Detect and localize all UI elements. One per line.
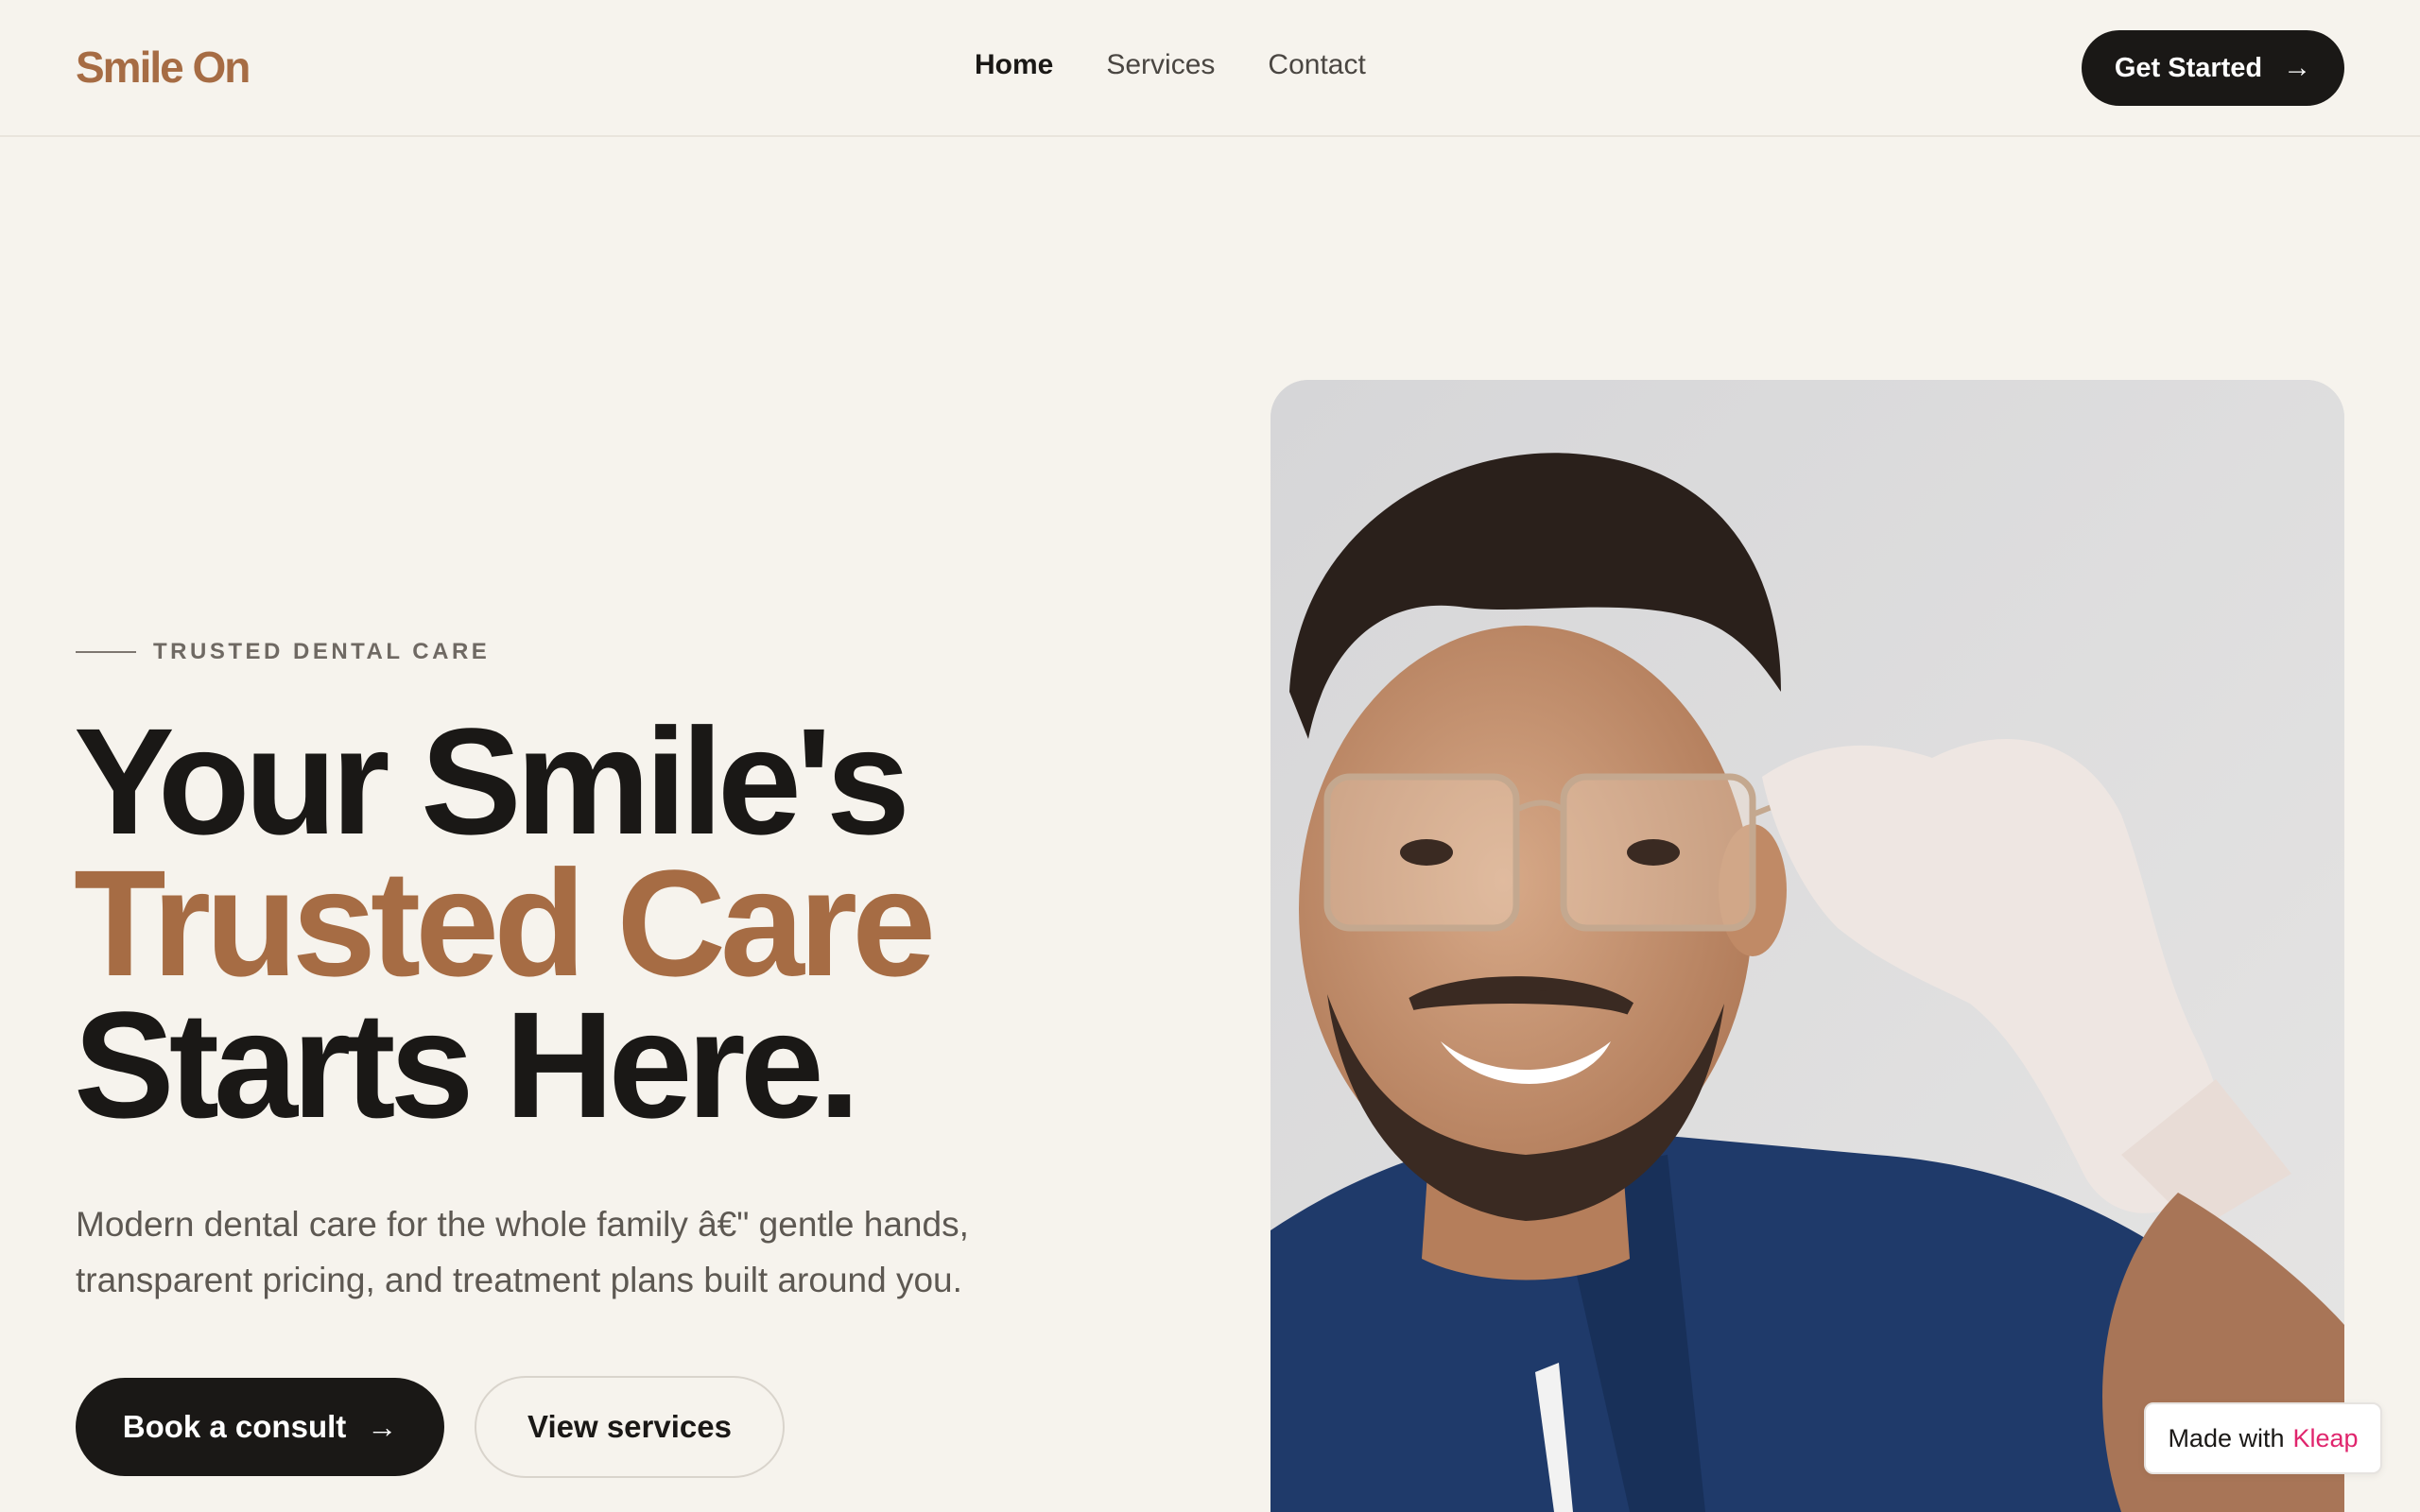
- main-nav: Home Services Contact: [975, 49, 1366, 81]
- badge-brand: Kleap: [2292, 1423, 2359, 1452]
- book-consult-button[interactable]: Book a consult →: [76, 1378, 444, 1476]
- get-started-label: Get Started: [2114, 52, 2263, 83]
- headline-line-3: Starts Here.: [74, 980, 860, 1149]
- eyebrow-divider: [76, 651, 136, 653]
- headline-line-1: Your Smile's: [74, 696, 910, 866]
- hero-headline: Your Smile's Trusted Care Starts Here.: [74, 696, 936, 1149]
- hero-description: Modern dental care for the whole family …: [76, 1205, 969, 1299]
- headline-line-2: Trusted Care: [74, 838, 936, 1007]
- site-header: Smile On Home Services Contact Get Start…: [0, 0, 2420, 137]
- nav-contact[interactable]: Contact: [1268, 49, 1365, 81]
- nav-services[interactable]: Services: [1106, 49, 1215, 81]
- logo[interactable]: Smile On: [76, 42, 251, 93]
- hero-photo: [1270, 380, 2344, 1512]
- arrow-right-icon: →: [367, 1409, 398, 1444]
- view-services-button[interactable]: View services: [475, 1376, 785, 1478]
- book-consult-label: Book a consult: [122, 1409, 347, 1444]
- dentist-illustration: [1270, 380, 2344, 1512]
- view-services-label: View services: [527, 1409, 732, 1444]
- get-started-button[interactable]: Get Started →: [2082, 30, 2344, 106]
- made-with-badge[interactable]: Made with Kleap: [2144, 1402, 2382, 1474]
- badge-prefix: Made with: [2168, 1423, 2285, 1452]
- nav-home[interactable]: Home: [975, 49, 1053, 81]
- arrow-right-icon: →: [2283, 52, 2312, 83]
- hero-eyebrow: TRUSTED DENTAL CARE: [76, 639, 490, 665]
- eyebrow-text: TRUSTED DENTAL CARE: [153, 639, 491, 664]
